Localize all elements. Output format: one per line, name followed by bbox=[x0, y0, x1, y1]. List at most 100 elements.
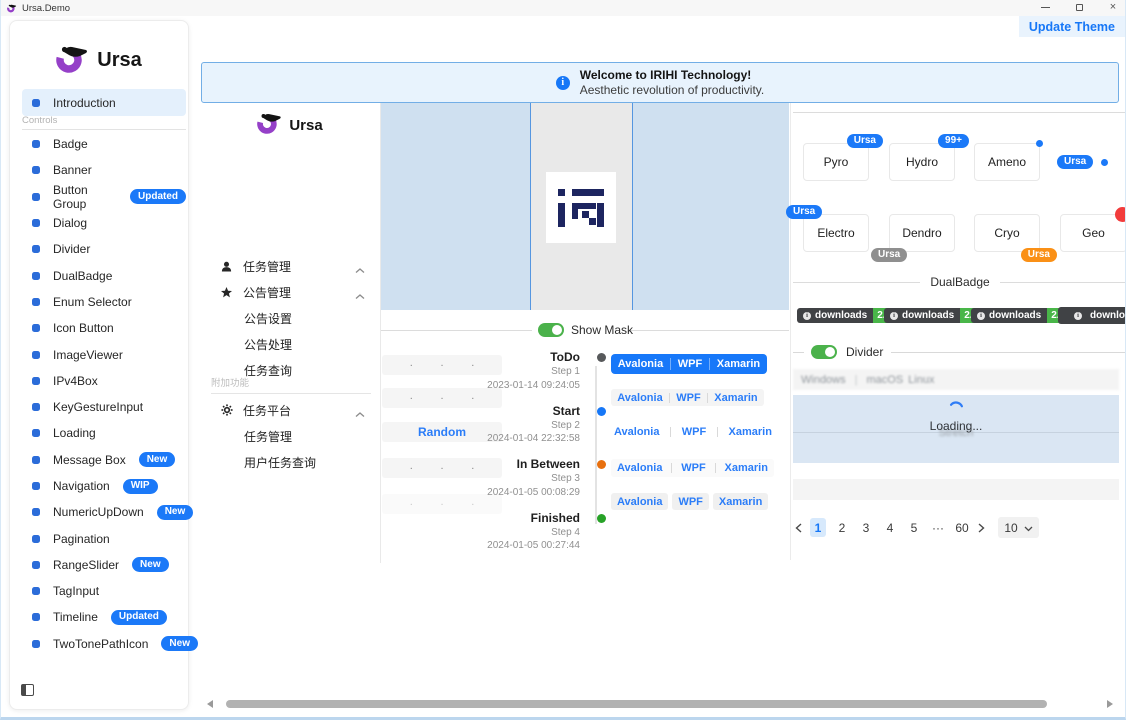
sidebar-item[interactable]: Badge bbox=[22, 131, 186, 157]
page-size-select[interactable]: 10 bbox=[998, 517, 1039, 538]
crop-line-right[interactable] bbox=[632, 103, 633, 310]
sidebar-item[interactable]: Enum Selector bbox=[22, 289, 186, 315]
menu-item-user-task-query[interactable]: 用户任务查询 bbox=[201, 449, 379, 475]
badge-card-hydro: Hydro 99+ bbox=[889, 143, 955, 181]
avalonia-button[interactable]: Avalonia bbox=[611, 493, 668, 510]
badge-card-ameno: Ameno bbox=[974, 143, 1040, 181]
sidebar-item[interactable]: IPv4Box bbox=[22, 368, 186, 394]
xamarin-button[interactable]: Xamarin bbox=[713, 493, 768, 510]
sidebar-item[interactable]: Dialog bbox=[22, 210, 186, 236]
page-button-4[interactable]: 4 bbox=[882, 518, 898, 537]
page-button-1[interactable]: 1 bbox=[810, 518, 826, 537]
sidebar-item[interactable]: Message Box New bbox=[22, 447, 186, 473]
chevron-down-icon bbox=[1024, 521, 1033, 535]
page-ellipsis[interactable]: ··· bbox=[930, 518, 946, 537]
title-bar: Ursa.Demo × bbox=[1, 0, 1126, 16]
bullet-icon bbox=[32, 324, 40, 332]
wpf-button[interactable]: WPF bbox=[672, 493, 708, 510]
tab-windows[interactable]: Windows bbox=[801, 374, 846, 386]
xamarin-button[interactable]: Xamarin bbox=[714, 392, 757, 404]
sidebar-item[interactable]: DualBadge bbox=[22, 262, 186, 288]
chevron-right-icon[interactable] bbox=[978, 523, 985, 533]
sidebar-item[interactable]: RangeSlider New bbox=[22, 552, 186, 578]
sidebar-item-introduction[interactable]: Introduction bbox=[22, 89, 186, 116]
info-icon: i bbox=[803, 312, 811, 320]
xamarin-button[interactable]: Xamarin bbox=[725, 462, 768, 474]
sidebar-item[interactable]: Divider bbox=[22, 236, 186, 262]
ipv4-separator: . bbox=[410, 460, 413, 472]
xamarin-button[interactable]: Xamarin bbox=[717, 358, 760, 370]
sidebar-item[interactable]: Navigation WIP bbox=[22, 473, 186, 499]
page-button-2[interactable]: 2 bbox=[834, 518, 850, 537]
sidebar-item[interactable]: TwoTonePathIcon New bbox=[22, 631, 186, 657]
ursa-logo-icon bbox=[56, 43, 90, 78]
ipv4-separator: . bbox=[410, 496, 413, 508]
avalonia-button[interactable]: Avalonia bbox=[617, 462, 662, 474]
bullet-icon bbox=[32, 166, 40, 174]
sidebar-item[interactable]: Timeline Updated bbox=[22, 604, 186, 630]
sidebar-item[interactable]: ImageViewer bbox=[22, 341, 186, 367]
dual-badge-large: idownloads 2.4k bbox=[1058, 307, 1126, 324]
menu-logo-text: Ursa bbox=[289, 117, 322, 134]
sidebar-item[interactable]: Icon Button bbox=[22, 315, 186, 341]
sidebar-item[interactable]: Loading bbox=[22, 420, 186, 446]
timeline-step-date: 2023-01-14 09:24:05 bbox=[471, 379, 580, 393]
horizontal-scrollbar[interactable] bbox=[226, 700, 1047, 708]
avalonia-button[interactable]: Avalonia bbox=[618, 358, 663, 370]
timeline: ToDo Step 1 2023-01-14 09:24:05 Start St… bbox=[471, 350, 607, 564]
chevron-left-icon[interactable] bbox=[795, 523, 802, 533]
menu-item-announcement-settings[interactable]: 公告设置 bbox=[201, 305, 379, 331]
badge-card-dendro: Dendro Ursa bbox=[889, 214, 955, 252]
collapse-sidebar-icon[interactable] bbox=[21, 684, 34, 696]
update-theme-button[interactable]: Update Theme bbox=[1019, 16, 1125, 37]
dual-badge-label: downloads bbox=[902, 310, 954, 321]
menu-group-announcement[interactable]: 公告管理 bbox=[201, 279, 379, 305]
maximize-button[interactable] bbox=[1073, 2, 1085, 13]
page-button-3[interactable]: 3 bbox=[858, 518, 874, 537]
sidebar-item[interactable]: NumericUpDown New bbox=[22, 499, 186, 525]
sidebar-item-label: Enum Selector bbox=[53, 295, 132, 309]
divider-label: Divider bbox=[846, 345, 883, 359]
minimize-button[interactable] bbox=[1039, 2, 1051, 13]
menu-item-task-management[interactable]: 任务管理 bbox=[201, 423, 379, 449]
sidebar-item[interactable]: TagInput bbox=[22, 578, 186, 604]
red-dot-badge bbox=[1115, 207, 1126, 222]
timeline-step-date: 2024-01-04 22:32:58 bbox=[471, 432, 580, 446]
close-button[interactable]: × bbox=[1107, 2, 1119, 13]
show-mask-toggle[interactable] bbox=[538, 323, 564, 337]
info-icon: i bbox=[890, 312, 898, 320]
wpf-button[interactable]: WPF bbox=[681, 462, 705, 474]
divider-toggle[interactable] bbox=[811, 345, 837, 359]
crop-line-left[interactable] bbox=[530, 103, 531, 310]
ursa-badge: Ursa bbox=[786, 205, 822, 219]
sidebar-item[interactable]: Button Group Updated bbox=[22, 184, 186, 210]
tab-macos[interactable]: macOS bbox=[866, 374, 903, 386]
wpf-button[interactable]: WPF bbox=[682, 426, 706, 438]
avalonia-button[interactable]: Avalonia bbox=[617, 392, 662, 404]
scroll-left-icon[interactable] bbox=[207, 700, 213, 708]
bullet-icon bbox=[32, 482, 40, 490]
page-button-60[interactable]: 60 bbox=[954, 518, 970, 537]
wpf-button[interactable]: WPF bbox=[676, 392, 700, 404]
gear-icon bbox=[221, 404, 243, 416]
bullet-icon bbox=[32, 429, 40, 437]
sidebar-item[interactable]: KeyGestureInput bbox=[22, 394, 186, 420]
sidebar-item-label: DualBadge bbox=[53, 269, 112, 283]
menu-item-announcement-processing[interactable]: 公告处理 bbox=[201, 331, 379, 357]
wpf-button[interactable]: WPF bbox=[678, 358, 702, 370]
timeline-step-date: 2024-01-05 00:27:44 bbox=[471, 539, 580, 553]
menu-group-task-platform[interactable]: 任务平台 bbox=[201, 397, 379, 423]
timeline-step-name: Step 4 bbox=[471, 526, 580, 540]
avalonia-button[interactable]: Avalonia bbox=[614, 426, 659, 438]
page-button-5[interactable]: 5 bbox=[906, 518, 922, 537]
timeline-step-title: Start bbox=[471, 404, 580, 419]
menu-group-task-management[interactable]: 任务管理 bbox=[201, 253, 379, 279]
sidebar-item[interactable]: Pagination bbox=[22, 525, 186, 551]
scroll-right-icon[interactable] bbox=[1107, 700, 1113, 708]
tab-linux[interactable]: Linux bbox=[908, 374, 934, 386]
menu-group-label: 任务管理 bbox=[243, 258, 291, 275]
image-viewer[interactable] bbox=[381, 103, 789, 310]
sidebar-item[interactable]: Banner bbox=[22, 157, 186, 183]
ursa-badge: Ursa bbox=[847, 134, 883, 148]
xamarin-button[interactable]: Xamarin bbox=[729, 426, 772, 438]
